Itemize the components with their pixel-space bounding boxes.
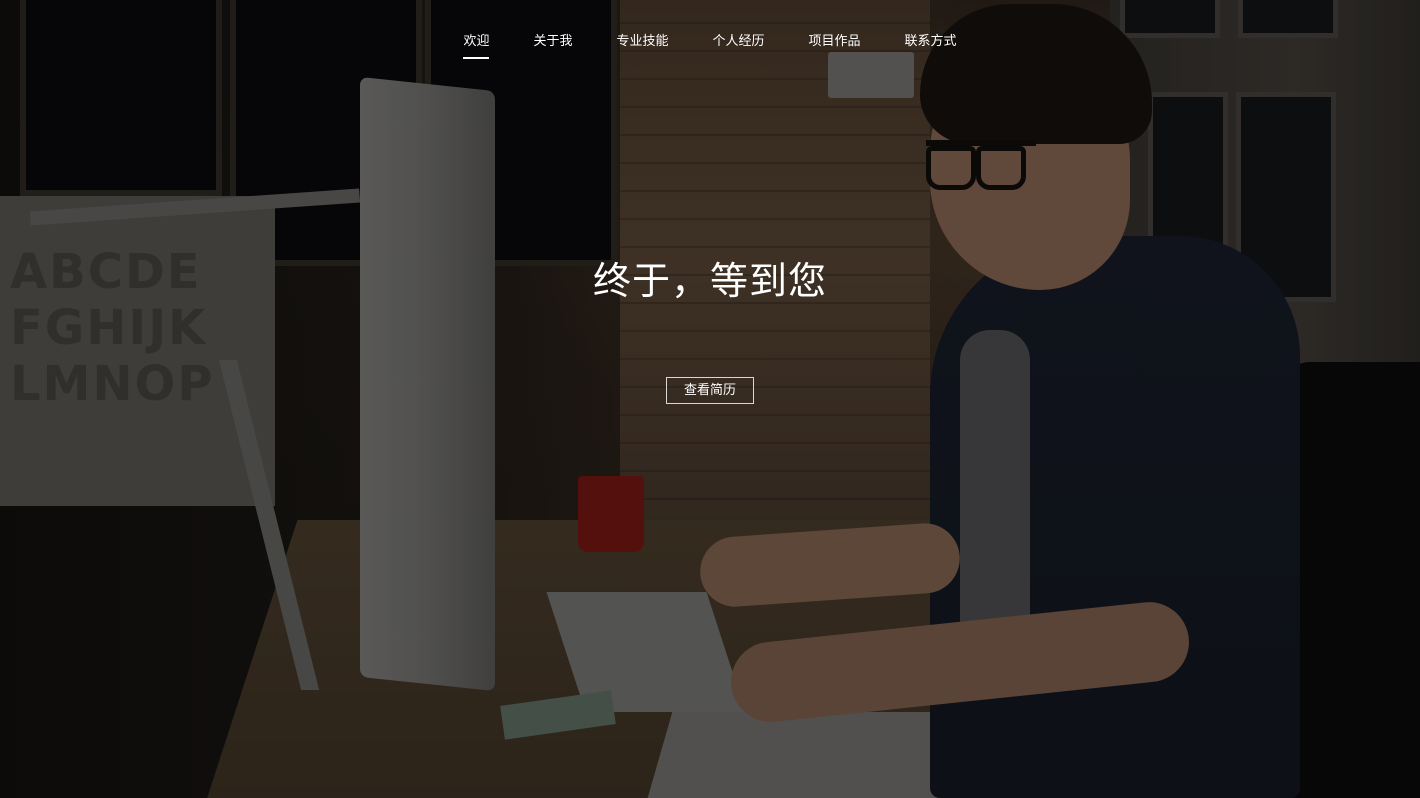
nav-item-experience[interactable]: 个人经历 bbox=[713, 30, 765, 59]
nav-item-projects[interactable]: 项目作品 bbox=[809, 30, 861, 59]
top-nav: 欢迎 关于我 专业技能 个人经历 项目作品 联系方式 bbox=[0, 0, 1420, 70]
nav-item-about[interactable]: 关于我 bbox=[533, 30, 572, 59]
nav-item-welcome[interactable]: 欢迎 bbox=[463, 30, 490, 59]
nav-item-skills[interactable]: 专业技能 bbox=[616, 30, 668, 59]
view-resume-button[interactable]: 查看简历 bbox=[666, 377, 754, 404]
nav-item-contact[interactable]: 联系方式 bbox=[905, 30, 957, 59]
hero-headline: 终于，等到您 bbox=[592, 259, 827, 303]
hero-section: ABCDE FGHIJK LMNOP 欢迎 关于我 专业技能 个人经历 项目作品… bbox=[0, 0, 1420, 798]
